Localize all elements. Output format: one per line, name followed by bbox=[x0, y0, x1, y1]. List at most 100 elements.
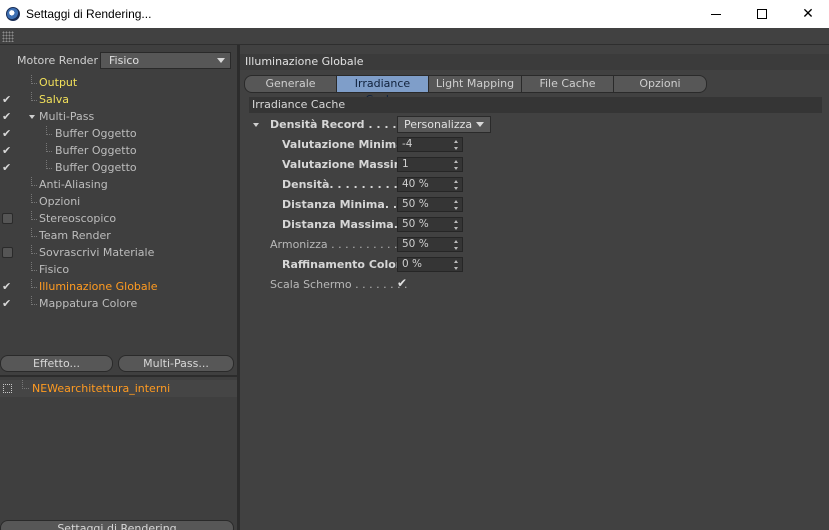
tree-item-label: Fisico bbox=[39, 263, 70, 276]
minimize-button[interactable] bbox=[693, 0, 739, 28]
tab-file-cache[interactable]: File Cache bbox=[521, 75, 614, 93]
spinner-arrows-icon[interactable] bbox=[454, 240, 459, 250]
property-value-field[interactable]: 50 % bbox=[397, 197, 463, 212]
close-button[interactable]: ✕ bbox=[785, 0, 829, 28]
tree-item-label: Output bbox=[39, 76, 78, 89]
property-value: 50 % bbox=[402, 218, 429, 230]
spinner-arrows-icon[interactable] bbox=[454, 260, 459, 270]
disabled-checkbox[interactable] bbox=[2, 247, 13, 258]
property-value-field[interactable]: 50 % bbox=[397, 237, 463, 252]
tree-connector bbox=[31, 211, 37, 220]
tree-item-label: Opzioni bbox=[39, 195, 81, 208]
tab-bar: Generale Irradiance Cache Light Mapping … bbox=[244, 75, 707, 106]
tree-connector bbox=[31, 194, 37, 203]
subsection-title: Irradiance Cache bbox=[249, 97, 822, 113]
grip-icon[interactable] bbox=[2, 31, 14, 42]
checkmark-icon: ✔ bbox=[397, 276, 408, 290]
property-value: 0 % bbox=[402, 258, 422, 270]
chevron-down-icon bbox=[476, 122, 484, 127]
tree-item[interactable]: ✔ Buffer Oggetto bbox=[0, 143, 237, 160]
render-engine-value: Fisico bbox=[109, 54, 140, 67]
minimize-icon bbox=[711, 13, 721, 15]
tree-connector bbox=[31, 228, 37, 237]
separator bbox=[0, 375, 237, 377]
collapse-triangle-icon[interactable] bbox=[253, 123, 259, 127]
tree-item[interactable]: Stereoscopico bbox=[0, 211, 237, 228]
property-value-field[interactable]: 0 % bbox=[397, 257, 463, 272]
record-density-select[interactable]: Personalizza bbox=[397, 116, 491, 133]
render-engine-select[interactable]: Fisico bbox=[100, 52, 231, 69]
property-value-field[interactable]: -4 bbox=[397, 137, 463, 152]
toolbar-strip bbox=[0, 28, 829, 45]
chevron-down-icon bbox=[217, 58, 225, 63]
tree-item-label: Buffer Oggetto bbox=[55, 127, 137, 140]
title-bar: Settaggi di Rendering... ✕ bbox=[0, 0, 829, 28]
spinner-arrows-icon[interactable] bbox=[454, 200, 459, 210]
maximize-button[interactable] bbox=[739, 0, 785, 28]
tree-connector bbox=[31, 75, 37, 84]
tree-item[interactable]: Opzioni bbox=[0, 194, 237, 211]
tree-item-label: Anti-Aliasing bbox=[39, 178, 108, 191]
effect-button[interactable]: Effetto... bbox=[0, 355, 113, 372]
tab-irradiance-cache[interactable]: Irradiance Cache bbox=[336, 75, 429, 106]
setting-icon bbox=[3, 384, 12, 393]
tree-item-label: Salva bbox=[39, 93, 70, 106]
spinner-arrows-icon[interactable] bbox=[454, 140, 459, 150]
tree-item[interactable]: Output bbox=[0, 75, 237, 92]
tree-item-label: Buffer Oggetto bbox=[55, 161, 137, 174]
enabled-checkmark-icon[interactable]: ✔ bbox=[2, 94, 13, 105]
tree-item[interactable]: ✔ Illuminazione Globale bbox=[0, 279, 237, 296]
disabled-checkbox[interactable] bbox=[2, 213, 13, 224]
tree-item[interactable]: ✔ Salva bbox=[0, 92, 237, 109]
tab-opzioni[interactable]: Opzioni bbox=[613, 75, 707, 93]
render-setting-label: NEWearchitettura_interni bbox=[32, 382, 171, 395]
tree-connector bbox=[46, 160, 52, 169]
property-value: -4 bbox=[402, 138, 413, 150]
tree-item-label: Multi-Pass bbox=[39, 110, 95, 123]
enabled-checkmark-icon[interactable]: ✔ bbox=[2, 281, 13, 292]
tree-connector bbox=[46, 126, 52, 135]
tree-item[interactable]: ✔ Buffer Oggetto bbox=[0, 126, 237, 143]
tree-item[interactable]: Fisico bbox=[0, 262, 237, 279]
cinema4d-app-icon bbox=[6, 7, 20, 21]
window-title: Settaggi di Rendering... bbox=[26, 7, 152, 21]
tree-item[interactable]: Sovrascrivi Materiale bbox=[0, 245, 237, 262]
tree-connector bbox=[46, 143, 52, 152]
enabled-checkmark-icon[interactable]: ✔ bbox=[2, 145, 13, 156]
tree-connector bbox=[31, 262, 37, 271]
spinner-arrows-icon[interactable] bbox=[454, 220, 459, 230]
property-value-field[interactable]: 1 bbox=[397, 157, 463, 172]
property-label: Armonizza . . . . . . . . . . . bbox=[270, 238, 405, 251]
expand-triangle-icon[interactable] bbox=[29, 115, 35, 119]
tree-item-label: Sovrascrivi Materiale bbox=[39, 246, 155, 259]
render-settings-button[interactable]: Settaggi di Rendering bbox=[0, 520, 234, 530]
tree-connector bbox=[31, 296, 37, 305]
tree-item[interactable]: Team Render bbox=[0, 228, 237, 245]
tree-item[interactable]: ✔ Buffer Oggetto bbox=[0, 160, 237, 177]
enabled-checkmark-icon[interactable]: ✔ bbox=[2, 128, 13, 139]
tree-item-label: Buffer Oggetto bbox=[55, 144, 137, 157]
property-value-field[interactable]: 50 % bbox=[397, 217, 463, 232]
enabled-checkmark-icon[interactable]: ✔ bbox=[2, 162, 13, 173]
enabled-checkmark-icon[interactable]: ✔ bbox=[2, 111, 13, 122]
property-value-field[interactable]: 40 % bbox=[397, 177, 463, 192]
property-value: 1 bbox=[402, 158, 409, 170]
render-setting-item[interactable]: NEWearchitettura_interni bbox=[0, 380, 237, 397]
tree-item[interactable]: ✔ Multi-Pass bbox=[0, 109, 237, 126]
section-title: Illuminazione Globale bbox=[240, 54, 829, 70]
tree-item-label: Illuminazione Globale bbox=[39, 280, 158, 293]
multipass-button[interactable]: Multi-Pass... bbox=[118, 355, 234, 372]
tree-item[interactable]: ✔ Mappatura Colore bbox=[0, 296, 237, 313]
tree-connector bbox=[22, 380, 29, 389]
tab-light-mapping[interactable]: Light Mapping bbox=[428, 75, 522, 93]
screen-scale-checkbox[interactable]: ✔ bbox=[397, 277, 409, 289]
spinner-arrows-icon[interactable] bbox=[454, 160, 459, 170]
property-label: Valutazione Minima bbox=[282, 138, 404, 151]
tree-item-label: Mappatura Colore bbox=[39, 297, 138, 310]
tree-connector bbox=[31, 177, 37, 186]
enabled-checkmark-icon[interactable]: ✔ bbox=[2, 298, 13, 309]
tab-generale[interactable]: Generale bbox=[244, 75, 337, 93]
spinner-arrows-icon[interactable] bbox=[454, 180, 459, 190]
close-icon: ✕ bbox=[802, 6, 814, 22]
tree-item[interactable]: Anti-Aliasing bbox=[0, 177, 237, 194]
